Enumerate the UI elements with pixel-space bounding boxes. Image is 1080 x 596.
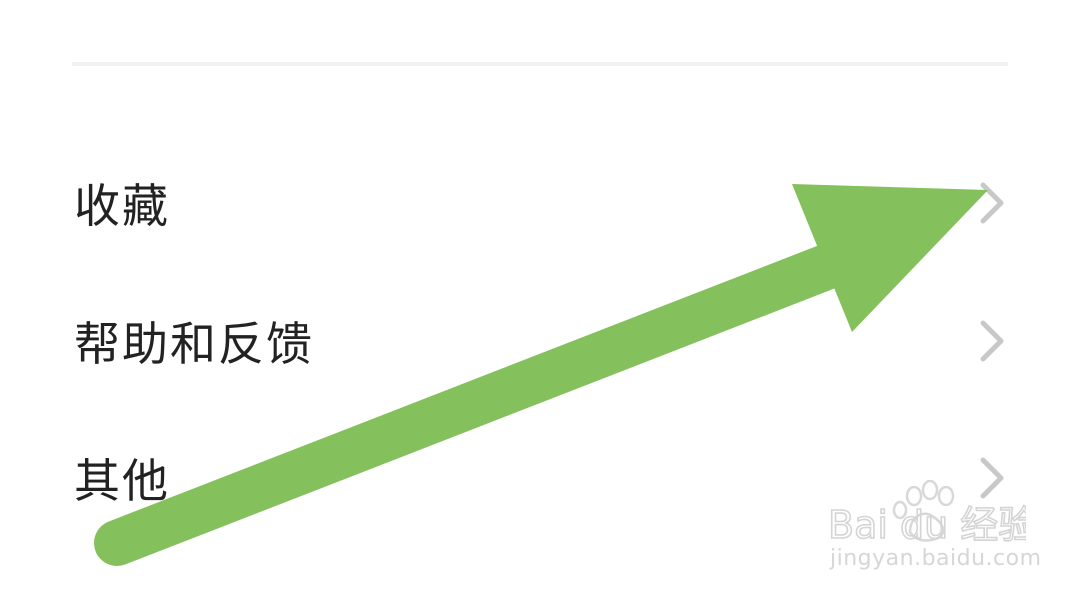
menu-item-favorites[interactable]: 收藏 — [72, 143, 1008, 263]
menu-item-help-feedback[interactable]: 帮助和反馈 — [72, 281, 1008, 401]
menu-item-label: 收藏 — [74, 179, 170, 233]
top-divider — [72, 62, 1008, 66]
menu-item-label: 帮助和反馈 — [74, 317, 314, 371]
chevron-right-icon — [980, 320, 1004, 362]
baidu-watermark: Bai du 经验 jingyan.baidu.com — [826, 480, 1041, 576]
baidu-paw-icon: Bai du 经验 — [827, 480, 1026, 544]
menu-item-label: 其他 — [74, 454, 170, 508]
watermark-url: jingyan.baidu.com — [830, 546, 1042, 571]
chevron-right-icon — [980, 182, 1004, 224]
watermark-brand: Bai du 经验 — [828, 503, 1026, 544]
